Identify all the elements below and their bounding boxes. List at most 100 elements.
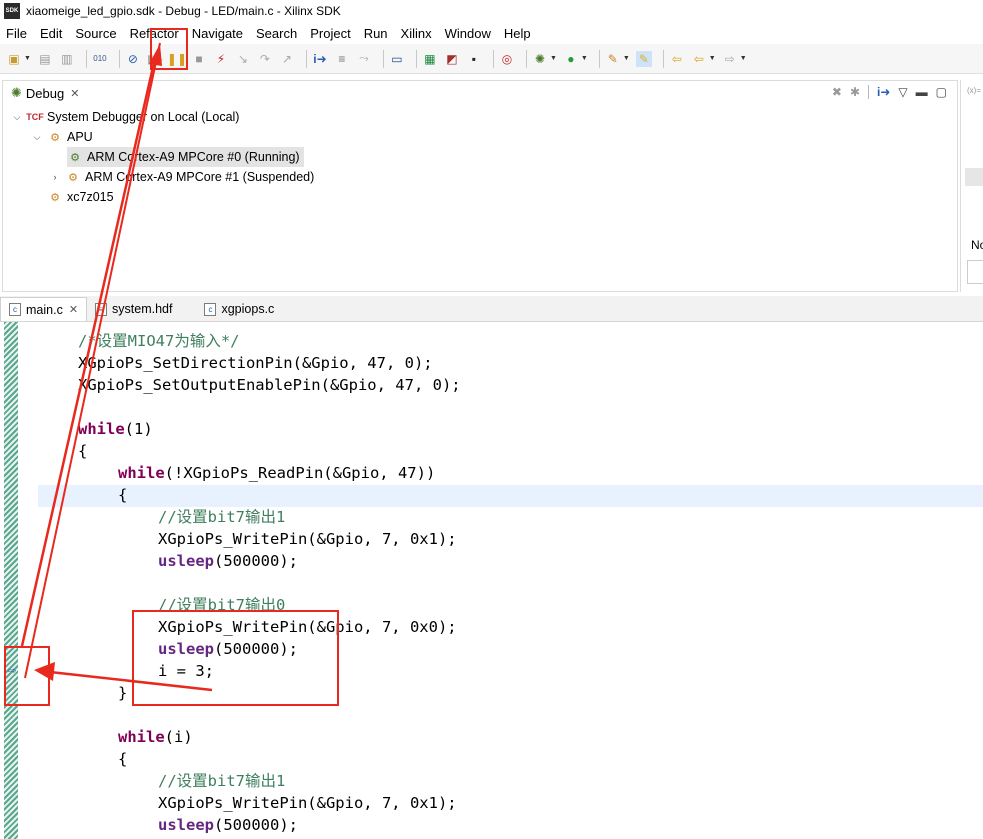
toolbar-separator bbox=[525, 49, 527, 68]
menu-source[interactable]: Source bbox=[75, 26, 116, 41]
tab-main-c[interactable]: c main.c ✕ bbox=[0, 297, 88, 321]
collapsed-chevron-icon[interactable]: › bbox=[49, 172, 61, 182]
tree-item-label: System Debugger on Local (Local) bbox=[47, 110, 240, 124]
menu-window[interactable]: Window bbox=[445, 26, 491, 41]
xilinx-tool-icon[interactable]: ◩ bbox=[444, 51, 460, 67]
debug-view-tab[interactable]: ✺ Debug ✕ bbox=[3, 81, 87, 105]
disconnect-icon[interactable]: ⚡ bbox=[213, 51, 229, 67]
tree-item-label: APU bbox=[67, 130, 93, 144]
close-icon[interactable]: ✕ bbox=[69, 303, 78, 316]
forward-dropdown-icon[interactable]: ▼ bbox=[740, 55, 747, 62]
code-editor[interactable]: ⇨ /*设置MIO47为输入*/ XGpioPs_SetDirectionPin… bbox=[0, 322, 983, 839]
run-icon[interactable]: ● bbox=[563, 51, 579, 67]
tree-item-system-debugger[interactable]: ⌵ TCF System Debugger on Local (Local) bbox=[11, 107, 240, 127]
code-line: while(1) bbox=[78, 418, 153, 440]
annotation-box-toolbar bbox=[150, 28, 188, 70]
menu-run[interactable]: Run bbox=[364, 26, 388, 41]
separator bbox=[868, 85, 870, 99]
code-line: { bbox=[118, 486, 128, 504]
menu-xilinx[interactable]: Xilinx bbox=[401, 26, 432, 41]
step-into-icon[interactable]: ↘ bbox=[235, 51, 251, 67]
code-line: XGpioPs_WritePin(&Gpio, 7, 0x1); bbox=[158, 794, 457, 812]
annotation-ruler bbox=[4, 322, 18, 839]
tree-item-cpu1[interactable]: › ⚙ ARM Cortex-A9 MPCore #1 (Suspended) bbox=[49, 167, 315, 187]
toolbar-separator bbox=[118, 49, 120, 68]
current-line-highlight bbox=[38, 485, 983, 507]
annotation-box-gutter bbox=[4, 646, 50, 706]
menu-search[interactable]: Search bbox=[256, 26, 297, 41]
close-icon[interactable]: ✕ bbox=[70, 87, 79, 100]
view-menu-icon[interactable]: ▽ bbox=[898, 85, 907, 99]
tab-label: xgpiops.c bbox=[221, 302, 275, 316]
last-edit-location-icon[interactable]: ⇦ bbox=[669, 51, 685, 67]
menu-edit[interactable]: Edit bbox=[40, 26, 62, 41]
menu-help[interactable]: Help bbox=[504, 26, 531, 41]
terminate-icon[interactable]: ■ bbox=[191, 51, 207, 67]
toolbar-separator bbox=[598, 49, 600, 68]
remove-launches-icon[interactable]: ✖ bbox=[832, 85, 842, 99]
variables-panel-partial: (x)= No bbox=[960, 80, 983, 292]
code-line: /*设置MIO47为输入*/ bbox=[78, 332, 240, 350]
skip-breakpoints-icon[interactable]: ⊘ bbox=[125, 51, 141, 67]
keyword: while bbox=[118, 464, 165, 482]
variables-icon: (x)= bbox=[967, 86, 981, 95]
debug-bug-icon: ✺ bbox=[11, 85, 22, 100]
target-connect-icon[interactable]: ◎ bbox=[499, 51, 515, 67]
use-step-filters-icon[interactable]: ⤳ bbox=[356, 51, 372, 67]
new-dropdown-icon[interactable]: ▼ bbox=[24, 55, 31, 62]
instruction-step-mode-icon[interactable]: i➜ bbox=[877, 85, 890, 99]
tcf-icon: TCF bbox=[26, 112, 44, 122]
toolbar-separator bbox=[415, 49, 417, 68]
menu-bar: File Edit Source Refactor Navigate Searc… bbox=[0, 22, 983, 44]
debug-icon[interactable]: ✺ bbox=[532, 51, 548, 67]
step-return-icon[interactable]: ↗ bbox=[279, 51, 295, 67]
keyword: while bbox=[78, 420, 125, 438]
suspended-thread-icon: ⚙ bbox=[68, 171, 78, 184]
menu-file[interactable]: File bbox=[6, 26, 27, 41]
forward-icon[interactable]: ⇨ bbox=[722, 51, 738, 67]
annotation-box-code bbox=[132, 610, 339, 706]
back-icon[interactable]: ⇦ bbox=[691, 51, 707, 67]
expanded-chevron-icon[interactable]: ⌵ bbox=[11, 112, 23, 123]
drop-to-frame-icon[interactable]: ≡ bbox=[334, 51, 350, 67]
minimize-icon[interactable]: ▬ bbox=[916, 85, 928, 99]
run-dropdown-icon[interactable]: ▼ bbox=[581, 55, 588, 62]
toolbar-separator bbox=[85, 49, 87, 68]
function-name: usleep bbox=[158, 552, 214, 570]
console-icon[interactable]: ▪ bbox=[466, 51, 482, 67]
code-line: //设置bit7输出1 bbox=[158, 772, 286, 790]
panel-input[interactable] bbox=[967, 260, 983, 284]
debug-dropdown-icon[interactable]: ▼ bbox=[550, 55, 557, 62]
tree-item-cpu0[interactable]: ⚙ ARM Cortex-A9 MPCore #0 (Running) bbox=[67, 147, 304, 167]
back-dropdown-icon[interactable]: ▼ bbox=[709, 55, 716, 62]
tree-item-apu[interactable]: ⌵ ⚙ APU bbox=[31, 127, 93, 147]
external-tools-icon[interactable]: ✎ bbox=[605, 51, 621, 67]
code-text: (500000); bbox=[214, 552, 298, 570]
c-file-icon: c bbox=[204, 302, 217, 316]
tab-system-hdf[interactable]: ≡ system.hdf bbox=[87, 297, 180, 321]
new-icon[interactable]: ▣ bbox=[6, 51, 22, 67]
save-all-icon[interactable]: ▥ bbox=[59, 51, 75, 67]
code-text: (i) bbox=[164, 728, 193, 746]
maximize-icon[interactable]: ▢ bbox=[936, 85, 947, 99]
tree-item-label: xc7z015 bbox=[67, 190, 114, 204]
code-line: XGpioPs_WritePin(&Gpio, 7, 0x1); bbox=[158, 530, 457, 548]
tab-xgpiops-c[interactable]: c xgpiops.c bbox=[196, 297, 282, 321]
save-icon[interactable]: ▤ bbox=[37, 51, 53, 67]
toggle-mark-icon[interactable]: ✎ bbox=[635, 50, 652, 67]
window-title: xiaomeige_led_gpio.sdk - Debug - LED/mai… bbox=[26, 4, 341, 18]
program-fpga-icon[interactable]: ▦ bbox=[422, 51, 438, 67]
instruction-stepping-icon[interactable]: i➜ bbox=[312, 51, 328, 67]
external-tools-dropdown-icon[interactable]: ▼ bbox=[623, 55, 630, 62]
expanded-chevron-icon[interactable]: ⌵ bbox=[31, 132, 43, 143]
tree-item-device[interactable]: ⚙ xc7z015 bbox=[31, 187, 114, 207]
menu-navigate[interactable]: Navigate bbox=[192, 26, 243, 41]
tree-collapse-icon[interactable]: ✱ bbox=[850, 85, 860, 99]
step-over-icon[interactable]: ↷ bbox=[257, 51, 273, 67]
device-icon: ⚙ bbox=[50, 191, 60, 204]
code-line: usleep(500000); bbox=[158, 814, 298, 836]
binary-icon[interactable]: 010 bbox=[92, 51, 108, 67]
terminal-icon[interactable]: ▭ bbox=[389, 51, 405, 67]
menu-project[interactable]: Project bbox=[310, 26, 350, 41]
code-text: (500000); bbox=[214, 816, 298, 834]
